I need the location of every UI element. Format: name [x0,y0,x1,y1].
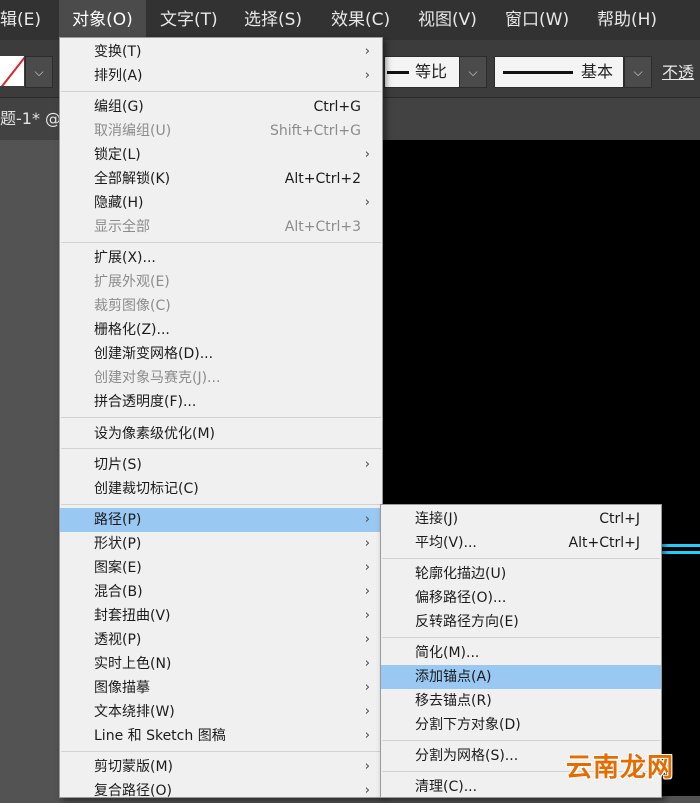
chevron-right-icon: › [364,195,370,210]
menu-item-group[interactable]: 编组(G) Ctrl+G [60,95,382,119]
chevron-right-icon: › [364,44,370,59]
document-tab[interactable]: 题-1* @ [0,98,61,140]
submenu-item-join[interactable]: 连接(J) Ctrl+J [381,507,661,531]
menu-item-hide[interactable]: 隐藏(H) › [60,191,382,215]
chevron-right-icon: › [364,759,370,774]
menu-item-make-pixel-perfect[interactable]: 设为像素级优化(M) [60,422,382,446]
menu-item-expand[interactable]: 扩展(X)... [60,246,382,270]
chevron-right-icon: › [364,457,370,472]
menu-item-line-and-sketch-art[interactable]: Line 和 Sketch 图稿 › [60,724,382,748]
menu-bar: 辑(E) 对象(O) 文字(T) 选择(S) 效果(C) 视图(V) 窗口(W)… [0,0,700,40]
chevron-right-icon: › [364,704,370,719]
brush-basic-label: 基本 [581,62,614,81]
object-menu: 变换(T) › 排列(A) › 编组(G) Ctrl+G 取消编组(U) Shift+C… [59,37,383,799]
menu-item-create-trim-marks[interactable]: 创建裁切标记(C) [60,477,382,501]
menu-item-image-trace[interactable]: 图像描摹 › [60,676,382,700]
chevron-right-icon: › [364,632,370,647]
submenu-item-outline-stroke[interactable]: 轮廓化描边(U) [381,562,661,586]
brush-definition-dropdown[interactable]: ⌵ [624,56,652,88]
chevron-right-icon: › [364,656,370,671]
none-color-slash [0,56,24,86]
stroke-uniform-label: 等比 [415,62,448,81]
menu-view[interactable]: 视图(V) [418,0,477,40]
menu-edit[interactable]: 辑(E) [0,0,50,40]
menu-item-pattern[interactable]: 图案(E) › [60,556,382,580]
menu-item-unlock-all[interactable]: 全部解锁(K) Alt+Ctrl+2 [60,167,382,191]
submenu-item-average[interactable]: 平均(V)... Alt+Ctrl+J [381,531,661,555]
menu-item-compound-path[interactable]: 复合路径(O) › [60,779,382,803]
menu-item-clipping-mask[interactable]: 剪切蒙版(M) › [60,755,382,779]
chevron-right-icon: › [364,783,370,798]
menu-separator [61,242,381,243]
menu-object[interactable]: 对象(O) [59,0,146,40]
variable-width-dropdown[interactable]: ⌵ [459,56,487,88]
chevron-right-icon: › [364,147,370,162]
menu-item-shape[interactable]: 形状(P) › [60,532,382,556]
menu-item-slice[interactable]: 切片(S) › [60,453,382,477]
selected-path-line [660,544,700,547]
menu-item-text-wrap[interactable]: 文本绕排(W) › [60,700,382,724]
variable-width-profile[interactable]: 等比 [384,56,460,88]
menu-item-flatten-transparency[interactable]: 拼合透明度(F)... [60,390,382,414]
menu-item-create-object-mosaic[interactable]: 创建对象马赛克(J)... [60,366,382,390]
menu-item-create-gradient-mesh[interactable]: 创建渐变网格(D)... [60,342,382,366]
chevron-down-icon: ⌵ [468,65,478,79]
menu-separator [61,91,381,92]
menu-item-path[interactable]: 路径(P) › [60,508,382,532]
chevron-right-icon: › [364,680,370,695]
chevron-right-icon: › [364,560,370,575]
submenu-item-remove-anchor-points[interactable]: 移去锚点(R) [381,689,661,713]
menu-type[interactable]: 文字(T) [160,0,218,40]
menu-item-ungroup[interactable]: 取消编组(U) Shift+Ctrl+G [60,119,382,143]
chevron-down-icon: ⌵ [633,65,643,79]
menu-item-arrange[interactable]: 排列(A) › [60,64,382,88]
menu-item-rasterize[interactable]: 栅格化(Z)... [60,318,382,342]
menu-separator [382,637,660,638]
menu-separator [382,558,660,559]
chevron-down-icon: ⌵ [34,65,44,79]
chevron-right-icon: › [364,536,370,551]
menu-item-perspective[interactable]: 透视(P) › [60,628,382,652]
chevron-right-icon: › [364,68,370,83]
menu-item-lock[interactable]: 锁定(L) › [60,143,382,167]
submenu-item-divide-objects-below[interactable]: 分割下方对象(D) [381,713,661,737]
stroke-color-swatch[interactable] [0,56,24,86]
menu-separator [61,448,381,449]
menu-separator [61,751,381,752]
submenu-item-reverse-path-direction[interactable]: 反转路径方向(E) [381,610,661,634]
menu-separator [61,417,381,418]
menu-effect[interactable]: 效果(C) [331,0,390,40]
menu-select[interactable]: 选择(S) [244,0,302,40]
menu-item-crop-image[interactable]: 裁剪图像(C) [60,294,382,318]
stroke-line-preview [387,71,409,74]
watermark-logo: 云南龙网 [566,753,675,783]
menu-item-transform[interactable]: 变换(T) › [60,40,382,64]
menu-separator [61,504,381,505]
chevron-right-icon: › [364,608,370,623]
menu-item-blend[interactable]: 混合(B) › [60,580,382,604]
menu-window[interactable]: 窗口(W) [505,0,569,40]
chevron-right-icon: › [364,584,370,599]
brush-line-preview [503,71,573,74]
submenu-item-add-anchor-points[interactable]: 添加锚点(A) [381,665,661,689]
chevron-right-icon: › [364,512,370,527]
menu-help[interactable]: 帮助(H) [597,0,657,40]
chevron-right-icon: › [364,728,370,743]
menu-item-envelope-distort[interactable]: 封套扭曲(V) › [60,604,382,628]
submenu-item-offset-path[interactable]: 偏移路径(O)... [381,586,661,610]
submenu-item-simplify[interactable]: 简化(M)... [381,641,661,665]
opacity-link[interactable]: 不透 [662,58,694,88]
menu-separator [382,740,660,741]
menu-item-show-all[interactable]: 显示全部 Alt+Ctrl+3 [60,215,382,239]
stroke-color-dropdown[interactable]: ⌵ [25,56,53,88]
selected-path-line [660,551,700,554]
menu-item-live-paint[interactable]: 实时上色(N) › [60,652,382,676]
menu-item-expand-appearance[interactable]: 扩展外观(E) [60,270,382,294]
brush-definition[interactable]: 基本 [494,56,624,88]
